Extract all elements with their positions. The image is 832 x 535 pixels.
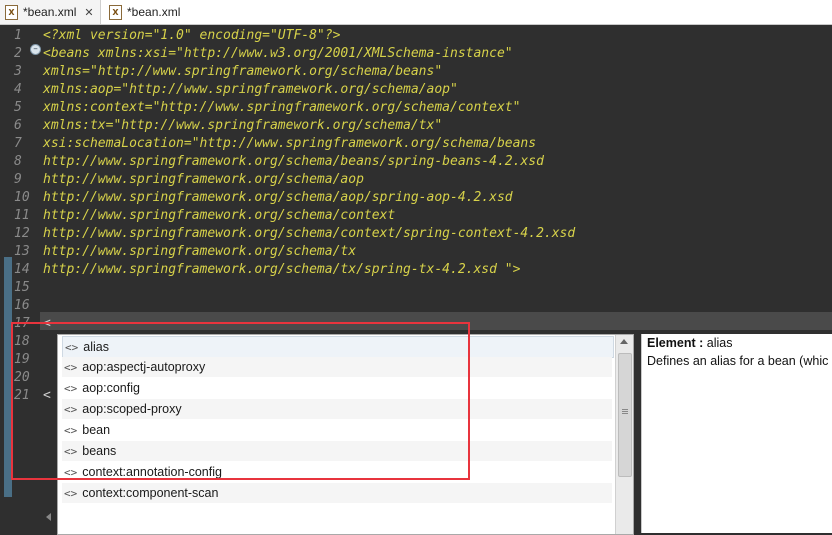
autocomplete-item-label: context:component-scan — [82, 486, 219, 500]
line-number: 1 — [14, 28, 22, 43]
line-number: 15 — [14, 280, 30, 295]
tab-label: *bean.xml — [127, 5, 181, 19]
line-number: 3 — [14, 64, 22, 79]
line-number: 4 — [14, 82, 22, 97]
line-number: 14 — [14, 262, 30, 277]
code-line: http://www.springframework.org/schema/tx… — [43, 262, 521, 277]
code-line: xsi:schemaLocation="http://www.springfra… — [43, 136, 537, 151]
code-line: http://www.springframework.org/schema/ao… — [43, 172, 364, 187]
scroll-up-arrow-icon[interactable] — [620, 339, 628, 344]
code-line: <beans xmlns:xsi="http://www.w3.org/2001… — [43, 46, 513, 61]
red-highlight-box — [11, 322, 470, 480]
line-number: 16 — [14, 298, 30, 313]
xml-editor[interactable]: − 1 <?xml version="1.0" encoding="UTF-8"?… — [0, 25, 832, 535]
grip-icon — [622, 409, 628, 410]
line-number: 9 — [14, 172, 22, 187]
scrollbar-thumb[interactable] — [618, 353, 632, 477]
code-line: http://www.springframework.org/schema/tx — [43, 244, 357, 259]
element-description: Defines an alias for a bean (whic — [647, 354, 829, 368]
line-number: 8 — [14, 154, 22, 169]
element-value: alias — [706, 336, 733, 350]
code-line: http://www.springframework.org/schema/be… — [43, 154, 544, 169]
line-number: 11 — [14, 208, 30, 223]
editor-tab-bar: X *bean.xml ✕ X *bean.xml — [0, 0, 832, 25]
tab-bean-xml-active[interactable]: X *bean.xml ✕ — [0, 0, 101, 24]
code-line: xmlns:tx="http://www.springframework.org… — [43, 118, 443, 133]
xml-file-icon: X — [109, 4, 122, 20]
element-label: Element : — [647, 336, 704, 350]
element-info-title: Element : alias — [647, 336, 732, 350]
line-number: 10 — [14, 190, 30, 205]
element-info-panel: Element : alias Defines an alias for a b… — [641, 334, 832, 533]
code-line: http://www.springframework.org/schema/ao… — [43, 190, 513, 205]
element-tag-icon: <> — [64, 486, 78, 500]
tab-label: *bean.xml — [23, 5, 77, 19]
xml-file-icon: X — [5, 4, 18, 20]
code-line: xmlns:context="http://www.springframewor… — [43, 100, 521, 115]
close-icon[interactable]: ✕ — [84, 6, 93, 19]
line-number: 5 — [14, 100, 22, 115]
code-line: http://www.springframework.org/schema/co… — [43, 226, 576, 241]
line-number: 2 — [14, 46, 22, 61]
code-line: xmlns:aop="http://www.springframework.or… — [43, 82, 458, 97]
code-line: http://www.springframework.org/schema/co… — [43, 208, 396, 223]
code-line: <?xml version="1.0" encoding="UTF-8"?> — [43, 28, 341, 43]
tab-bean-xml[interactable]: X *bean.xml — [104, 0, 214, 24]
autocomplete-item[interactable]: <> context:component-scan — [62, 483, 612, 503]
line-number: 12 — [14, 226, 30, 241]
code-line: xmlns="http://www.springframework.org/sc… — [43, 64, 443, 79]
autocomplete-scrollbar[interactable] — [615, 335, 633, 534]
line-number: 6 — [14, 118, 22, 133]
scroll-left-arrow-icon[interactable] — [46, 513, 51, 521]
line-number: 7 — [14, 136, 22, 151]
line-number: 13 — [14, 244, 30, 259]
